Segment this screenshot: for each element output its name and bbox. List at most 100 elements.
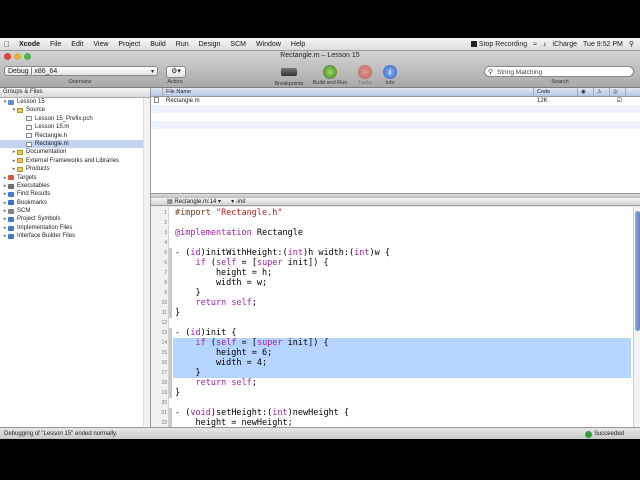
code-line[interactable]: 12 [151,318,633,328]
column-file-icon[interactable] [151,88,163,96]
editor-scrollbar[interactable] [633,207,640,439]
build-and-run-button[interactable]: Build and Run [312,65,348,86]
scm-icon [8,208,14,214]
file-history-value: Rectangle.m:14 [174,199,217,205]
sidebar-item[interactable]: ▸ Interface Builder Files [0,232,150,240]
code-line[interactable]: 18 return self; [151,378,633,388]
volume-icon[interactable]: ♪ [543,41,547,48]
code-line[interactable]: 5 - (id)initWithHeight:(int)h width:(int)… [151,248,633,258]
action-button[interactable]: ⚙▾ [166,66,186,78]
menu-window[interactable]: Window [251,41,286,48]
menu-edit[interactable]: Edit [66,41,88,48]
code-line[interactable]: 11} [151,308,633,318]
code-line[interactable]: 7 height = h; [151,268,633,278]
clock[interactable]: Tue 9:52 PM [583,41,623,48]
sidebar-item[interactable]: Lesson 15.m [0,123,150,131]
checkbox-icon[interactable]: ☑ [578,97,626,105]
code-line[interactable]: 1 #import "Rectangle.h" [151,208,633,218]
apple-menu-icon[interactable]:  [0,40,14,49]
line-number: 12 [161,320,167,326]
sidebar-item-label: Project Symbols [17,216,61,223]
code-line[interactable]: 8 width = w; [151,278,633,288]
column-code[interactable]: Code [534,88,578,96]
wifi-icon[interactable]: ≈ [533,41,537,48]
info-icon: i [383,65,397,79]
menu-view[interactable]: View [88,41,113,48]
code-line[interactable]: 21 - (void)setHeight:(int)newHeight { [151,408,633,418]
function-popup[interactable]: ▾ -init [231,198,245,205]
code-line[interactable]: 16 width = 4; [151,358,633,368]
sidebar-item-label: Targets [17,174,37,181]
file-list-header: File Name Code ◉ ⚠ ◎ [151,88,640,97]
code-line[interactable]: 13 - (id)init { [151,328,633,338]
search-icon: ⚲ [488,69,494,76]
column-errors-icon[interactable]: ⚠ [594,88,610,96]
info-button[interactable]: i Info [377,65,403,86]
sidebar-scrollbar[interactable] [143,98,150,426]
column-file-name[interactable]: File Name [163,88,534,96]
code-fold-ribbon[interactable] [169,328,172,398]
code-line[interactable]: 6 if (self = [super init]) { [151,258,633,268]
code-text: width = w; [175,278,268,288]
sidebar-item[interactable]: ▾ Source [0,106,150,114]
sidebar-item[interactable]: ▸ Implementation Files [0,224,150,232]
code-line[interactable]: 15 height = 6; [151,348,633,358]
sidebar-item[interactable]: ▸ Documentation [0,148,150,156]
build-result-label: Succeeded [593,431,624,437]
code-line[interactable]: 14 if (self = [super init]) { [151,338,633,348]
table-row[interactable]: Rectangle.m 12K ☑ [151,97,640,105]
sidebar-item[interactable]: ▸ Executables [0,182,150,190]
file-history-popup[interactable]: ▤ Rectangle.m:14 ▾ [167,198,221,205]
line-number: 17 [161,370,167,376]
sidebar-item[interactable]: ▸ Targets [0,174,150,182]
menu-build[interactable]: Build [145,41,171,48]
sidebar-item[interactable]: ▾ Lesson 15 [0,98,150,106]
menu-project[interactable]: Project [113,41,145,48]
menu-run[interactable]: Run [171,41,194,48]
menu-scm[interactable]: SCM [225,41,251,48]
sidebar-item[interactable]: ▸ Bookmarks [0,199,150,207]
spotlight-icon[interactable]: ⚲ [629,40,634,48]
stop-tasks-icon [358,65,372,79]
sidebar-item[interactable]: Rectangle.m [0,139,150,149]
sidebar-item[interactable]: ▸ Find Results [0,190,150,198]
tasks-button[interactable]: Tasks [352,65,378,86]
line-number: 10 [161,300,167,306]
code-line[interactable]: 17 } [151,368,633,378]
code-text: if (self = [super init]) { [195,338,329,348]
column-target-icon[interactable]: ◎ [610,88,626,96]
editor-scroll-knob[interactable] [635,211,640,331]
code-text: #import "Rectangle.h" [175,208,283,218]
sidebar-item[interactable]: ▸ Project Symbols [0,215,150,223]
code-fold-ribbon[interactable] [169,248,172,318]
build-result[interactable]: Succeeded [584,428,624,439]
sidebar-item[interactable]: ▸ External Frameworks and Libraries [0,157,150,165]
code-line[interactable]: 2 [151,218,633,228]
code-line[interactable]: 20 [151,398,633,408]
sidebar-item[interactable]: ▸ Products [0,165,150,173]
code-line[interactable]: 9 } [151,288,633,298]
code-editor[interactable]: 1 #import "Rectangle.h" 2 3 @implementation … [151,207,633,439]
code-line[interactable]: 19} [151,388,633,398]
menu-xcode[interactable]: Xcode [14,41,45,48]
menu-design[interactable]: Design [194,41,226,48]
editor-navigation-bar: ▤ Rectangle.m:14 ▾ ▾ -init [151,198,640,206]
menu-help[interactable]: Help [286,41,310,48]
file-icon [26,124,32,130]
active-config-popup[interactable]: Debug | x86_64 ▾ [4,66,158,76]
code-line[interactable]: 10 return self; [151,298,633,308]
breakpoints-button[interactable]: Breakpoints [274,65,304,87]
code-line[interactable]: 4 [151,238,633,248]
sidebar-item[interactable]: Rectangle.h [0,132,150,140]
folder-icon [17,158,23,164]
sidebar-item[interactable]: Lesson 15_Prefix.pch [0,115,150,123]
menu-file[interactable]: File [45,41,66,48]
code-line[interactable]: 3 @implementation Rectangle [151,228,633,238]
user-name[interactable]: iCharge [553,41,578,48]
search-field[interactable]: ⚲ String Matching [484,66,634,77]
column-build-icon[interactable]: ◉ [578,88,594,96]
stop-recording-item[interactable]: Stop Recording [470,41,527,48]
sidebar-item[interactable]: ▸ SCM [0,207,150,215]
line-number: 3 [164,230,167,236]
folder-icon [17,166,23,172]
